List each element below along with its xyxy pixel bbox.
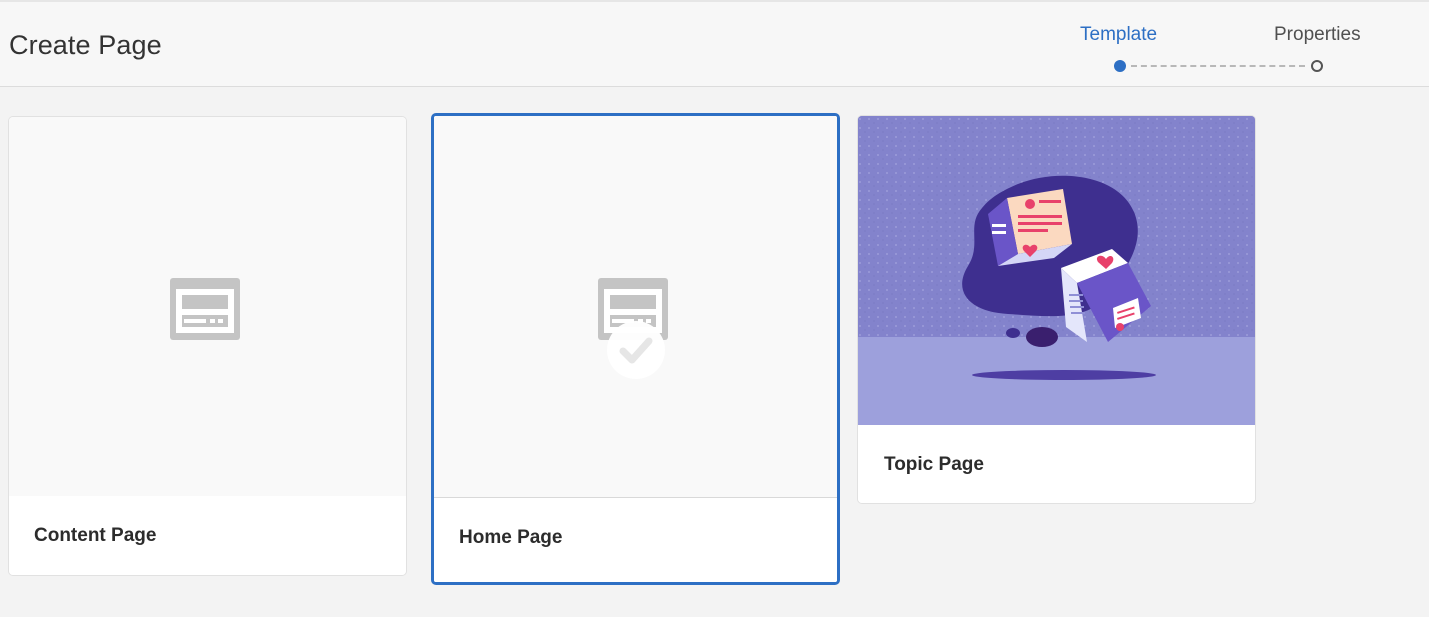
illustration-cubes-icon (858, 116, 1255, 425)
template-card-title: Content Page (34, 525, 157, 546)
template-thumbnail (9, 117, 406, 498)
template-card-title: Topic Page (884, 454, 984, 475)
template-card-content-page[interactable]: Content Page (8, 116, 407, 576)
template-card-footer: Topic Page (858, 425, 1255, 503)
template-card-footer: Home Page (434, 498, 837, 582)
template-thumbnail (858, 116, 1255, 426)
wizard-steps: Template Properties (1080, 24, 1380, 79)
page-title: Create Page (9, 30, 162, 60)
template-thumbnail (434, 116, 837, 498)
step-template-label[interactable]: Template (1080, 24, 1157, 46)
template-card-footer: Content Page (9, 496, 406, 575)
step-properties-label[interactable]: Properties (1274, 24, 1361, 46)
page-header: Create Page Template Properties (0, 0, 1429, 87)
template-card-title: Home Page (459, 527, 563, 548)
template-card-home-page[interactable]: Home Page (431, 113, 840, 585)
template-icon (170, 278, 240, 340)
step-template-indicator (1114, 60, 1126, 72)
step-connector-line (1131, 65, 1305, 67)
template-card-topic-page[interactable]: Topic Page (857, 115, 1256, 504)
step-properties-indicator (1311, 60, 1323, 72)
checkmark-icon (607, 321, 665, 379)
